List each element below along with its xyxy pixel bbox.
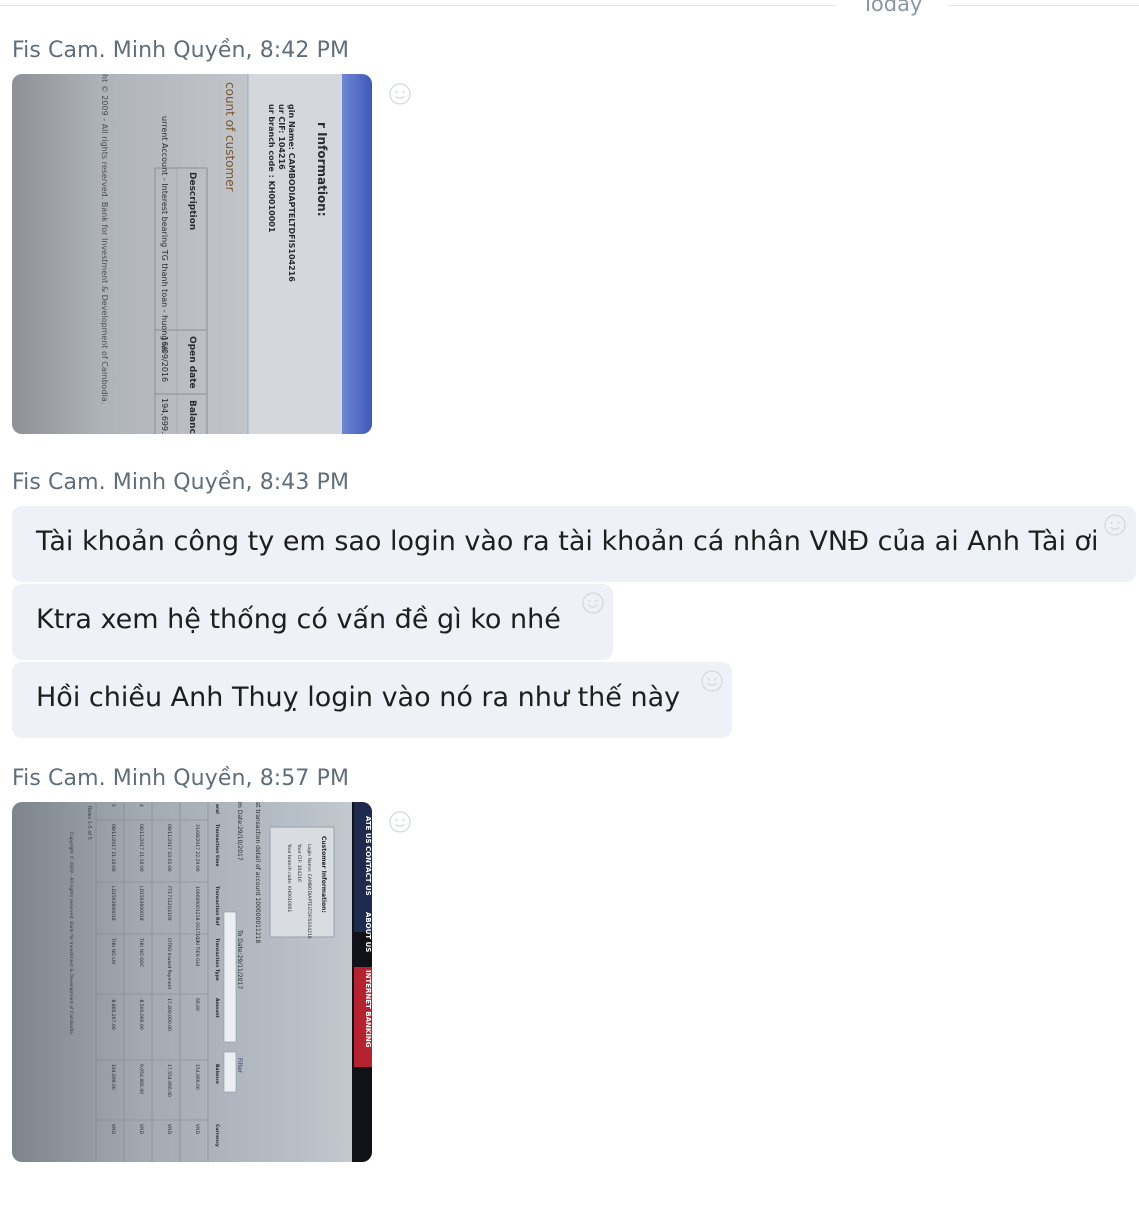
photo-text-col-bal: Balanc xyxy=(187,400,197,434)
photo-table-cell: CITAD Inward Payment xyxy=(166,938,172,989)
photo-table-cell: 4 xyxy=(138,804,144,807)
message-header: Fis Cam. Minh Quyền, 8:57 PM xyxy=(12,766,350,791)
add-reaction-icon[interactable] xyxy=(389,811,411,833)
date-divider-line-left xyxy=(0,5,836,6)
photo-text-section: count of customer xyxy=(223,82,237,192)
photo-table-cell: THU NO LAI xyxy=(110,937,116,964)
message-header: Fis Cam. Minh Quyền, 8:42 PM xyxy=(12,38,350,63)
photo-attachment[interactable]: ATE US CONTACT US ABOUT US INTERNET BANK… xyxy=(12,802,372,1162)
photo-text-row-open: 16/09/2016 xyxy=(160,336,169,382)
photo-table-cell: FT17312Q4109 xyxy=(166,886,172,921)
photo-table-header: Currency xyxy=(214,1124,220,1147)
photo-nav-item: INTERNET BANKING xyxy=(364,970,372,1048)
photo-table-cell: VND xyxy=(110,1124,116,1134)
photo-text-branch: Your branch code: KH0010001 xyxy=(286,843,292,912)
photo-nav-item: ATE US xyxy=(364,816,372,844)
message-text: Ktra xem hệ thống có vấn đề gì ko nhé xyxy=(36,604,561,635)
photo-table-cell: 194,699.00 xyxy=(110,1064,116,1090)
photo-table-cell: 9,054,966.00 xyxy=(138,1064,144,1094)
photo-table-cell: VND xyxy=(194,1124,200,1134)
photo-text-col-desc: Description xyxy=(187,172,197,230)
photo-text-login: gin Name: CAMBODIAPTELTDFIS104216 xyxy=(287,104,296,282)
photo-table-header: Amount xyxy=(214,998,220,1019)
photo-table-cell: VND xyxy=(138,1124,144,1134)
date-divider-label: Today xyxy=(861,0,923,16)
photo-text-cif: ur CIF: 104216 xyxy=(277,104,286,170)
photo-text-row-bal: 194,699. xyxy=(160,398,169,434)
photo-text-to-date: To Date:29/11/2017 xyxy=(236,929,243,989)
photo-table-cell: -8,860,267.00 xyxy=(110,998,116,1030)
message-text: Tài khoản công ty em sao login vào ra tà… xyxy=(36,526,1099,557)
photo-table-cell: THU NO GOC xyxy=(138,937,144,967)
photo-text-col-open: Open date xyxy=(187,336,197,389)
photo-table-cell: -8,500,000.00 xyxy=(138,998,144,1030)
photo-table-cell: VND xyxy=(166,1124,172,1134)
photo-table-header: Balance xyxy=(214,1064,220,1084)
message-time: 8:43 PM xyxy=(259,470,350,495)
photo-nav-item: CONTACT US xyxy=(364,846,372,896)
add-reaction-icon[interactable] xyxy=(582,592,604,614)
add-reaction-icon[interactable] xyxy=(701,670,723,692)
photo-table-cell: 66.00 xyxy=(194,998,200,1011)
photo-text-copyright: Copyright © 2009 - All rights reserved. … xyxy=(68,832,75,1035)
photo-bank-account-screen: r Information: gin Name: CAMBODIAPTELTDF… xyxy=(12,74,372,434)
photo-table-header: Transaction time xyxy=(214,824,220,866)
photo-table-cell: 5 xyxy=(110,804,116,807)
photo-text-branch: ur branch code : KH0010001 xyxy=(267,104,276,233)
sender-name: Fis Cam. Minh Quyền xyxy=(12,470,246,495)
photo-table-cell: 17,400,000.00 xyxy=(166,998,172,1031)
photo-text-customer-info: Customer Information: xyxy=(320,836,327,913)
photo-table-cell: LD1563600018 xyxy=(110,886,116,921)
message-text: Hồi chiều Anh Thuỵ login vào nó ra như t… xyxy=(36,682,681,713)
add-reaction-icon[interactable] xyxy=(1104,514,1126,536)
message-bubble[interactable]: Ktra xem hệ thống có vấn đề gì ko nhé xyxy=(12,584,613,660)
photo-text-rows-count: Rows 1-5 of 5 xyxy=(86,806,92,840)
photo-text-login: Login Name: CAMBODIAPTELTDFIS104216 xyxy=(306,844,312,939)
photo-table-cell: 08/11/2017 21:16:00 xyxy=(138,824,144,872)
message-header: Fis Cam. Minh Quyền, 8:43 PM xyxy=(12,470,350,495)
photo-text-title: r Information: xyxy=(315,122,329,217)
sender-name: Fis Cam. Minh Quyền xyxy=(12,766,246,791)
photo-table-cell: LD1563600018 xyxy=(138,886,144,921)
photo-table-cell: LAI TIEN GUI xyxy=(194,938,200,966)
message-time: 8:42 PM xyxy=(259,38,350,63)
message-bubble[interactable]: Tài khoản công ty em sao login vào ra tà… xyxy=(12,506,1136,582)
date-divider-line-right xyxy=(948,5,1139,6)
photo-text-footer: ht © 2009 - All rights reserved. Bank fo… xyxy=(100,74,109,404)
photo-text-row-desc: urrent Account - Interest bearing TG tha… xyxy=(160,116,169,352)
photo-transaction-screen: ATE US CONTACT US ABOUT US INTERNET BANK… xyxy=(12,802,372,1162)
photo-table-header: eral xyxy=(214,804,220,814)
photo-filter-button: Filter xyxy=(236,1058,243,1073)
photo-attachment[interactable]: r Information: gin Name: CAMBODIAPTELTDF… xyxy=(12,74,372,434)
photo-table-cell: 08/11/2017 21:16:00 xyxy=(110,824,116,872)
photo-table-cell: 100000001218-2017103 xyxy=(194,886,200,942)
photo-table-cell: 31/08/2017 22:29:00 xyxy=(194,824,200,872)
sender-name: Fis Cam. Minh Quyền xyxy=(12,38,246,63)
message-time: 8:57 PM xyxy=(259,766,350,791)
add-reaction-icon[interactable] xyxy=(389,83,411,105)
photo-table-cell: 154,966.00 xyxy=(194,1064,200,1090)
photo-text-cif: Your CIF: 104216 xyxy=(296,843,302,882)
photo-table-cell: 08/11/2017 10:01:00 xyxy=(166,824,172,872)
photo-nav-item: ABOUT US xyxy=(364,912,372,952)
photo-table-header: Transaction Type xyxy=(214,938,220,981)
photo-table-cell: 17,554,966.00 xyxy=(166,1064,172,1097)
message-bubble[interactable]: Hồi chiều Anh Thuỵ login vào nó ra như t… xyxy=(12,662,732,738)
photo-table-header: Transaction Ref xyxy=(214,886,220,925)
photo-text-txn-title: st transaction detail of account 1000000… xyxy=(254,802,261,943)
photo-text-from-date: m Date:29/10/2017 xyxy=(236,802,243,861)
